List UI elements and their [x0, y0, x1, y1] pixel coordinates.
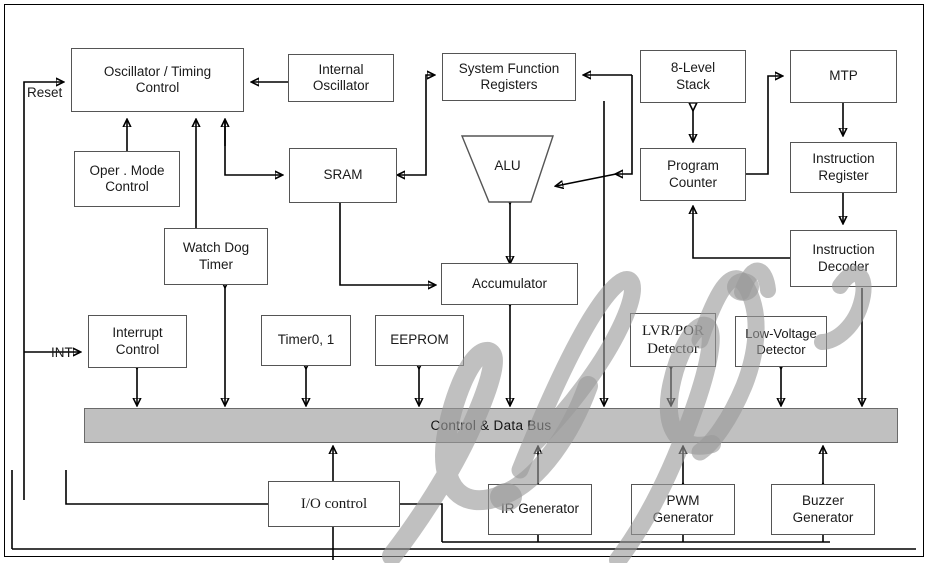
system-function-registers-line1: System Function [458, 60, 560, 76]
io-control-line1: I/O control [300, 495, 368, 512]
block-pwm-generator[interactable]: PWM Generator [631, 484, 735, 535]
block-diagram-canvas: ALU Oscillator / Timing Control Internal… [0, 0, 930, 563]
block-watch-dog-timer[interactable]: Watch Dog Timer [164, 228, 268, 285]
block-oper-mode-control[interactable]: Oper . Mode Control [74, 151, 180, 207]
internal-oscillator-line1: Internal [318, 61, 364, 77]
watch-dog-timer-line2: Timer [199, 256, 233, 272]
oscillator-timing-control-line2: Control [135, 80, 180, 95]
oper-mode-control-line2: Control [105, 179, 149, 194]
block-program-counter[interactable]: Program Counter [640, 148, 746, 201]
block-sram[interactable]: SRAM [289, 148, 397, 203]
block-instruction-register[interactable]: Instruction Register [790, 142, 897, 193]
block-interrupt-control[interactable]: Interrupt Control [88, 315, 187, 368]
low-voltage-detector-line2: Detector [756, 341, 806, 357]
block-internal-oscillator[interactable]: Internal Oscillator [288, 54, 394, 102]
lvr-por-detector-line2: Detector [647, 341, 699, 357]
block-oscillator-timing-control[interactable]: Oscillator / Timing Control [71, 48, 244, 112]
instruction-register-line2: Register [818, 167, 869, 183]
oper-mode-control-line1: Oper . Mode [89, 162, 165, 178]
pwm-generator-line2: Generator [652, 509, 714, 525]
block-8-level-stack[interactable]: 8-Level Stack [640, 50, 746, 103]
alu-label: ALU [494, 158, 521, 173]
block-mtp[interactable]: MTP [790, 50, 897, 103]
system-function-registers-line2: Registers [480, 77, 538, 92]
block-timer0-1[interactable]: Timer0, 1 [261, 315, 351, 366]
buzzer-generator-line2: Generator [792, 509, 854, 525]
instruction-decoder-line2: Decoder [817, 258, 870, 274]
program-counter-line2: Counter [668, 174, 717, 190]
interrupt-control-line1: Interrupt [112, 325, 163, 341]
block-low-voltage-detector[interactable]: Low-Voltage Detector [735, 316, 827, 367]
block-ir-generator[interactable]: IR Generator [488, 484, 592, 535]
internal-oscillator-line2: Oscillator [312, 78, 370, 93]
eeprom-line1: EEPROM [390, 332, 449, 348]
ir-generator-line1: IR Generator [500, 501, 580, 517]
block-system-function-registers[interactable]: System Function Registers [442, 53, 576, 101]
program-counter-line1: Program [667, 158, 719, 174]
accumulator-line1: Accumulator [471, 275, 548, 291]
bus-label: Control & Data Bus [430, 418, 552, 433]
block-buzzer-generator[interactable]: Buzzer Generator [771, 484, 875, 535]
block-accumulator[interactable]: Accumulator [441, 263, 578, 305]
block-eeprom[interactable]: EEPROM [375, 315, 464, 366]
low-voltage-detector-line1: Low-Voltage [745, 325, 817, 341]
block-instruction-decoder[interactable]: Instruction Decoder [790, 230, 897, 287]
stack-line1: 8-Level [670, 60, 716, 76]
signal-label-reset: Reset [27, 85, 63, 100]
block-lvr-por-detector[interactable]: LVR/POR Detector [630, 313, 716, 367]
lvr-por-detector-line1: LVR/POR [642, 322, 704, 339]
interrupt-control-line2: Control [115, 341, 160, 357]
mtp-line1: MTP [829, 68, 858, 84]
signal-label-int: INT [51, 345, 73, 360]
control-and-data-bus[interactable]: Control & Data Bus [84, 408, 898, 443]
pwm-generator-line1: PWM [666, 493, 700, 509]
buzzer-generator-line1: Buzzer [801, 493, 844, 509]
instruction-decoder-line1: Instruction [812, 242, 875, 258]
stack-line2: Stack [676, 76, 710, 92]
timer01-line1: Timer0, 1 [277, 332, 335, 348]
instruction-register-line1: Instruction [812, 151, 875, 167]
oscillator-timing-control-line1: Oscillator / Timing [103, 63, 212, 79]
watch-dog-timer-line1: Watch Dog [182, 240, 250, 256]
block-io-control[interactable]: I/O control [268, 481, 400, 527]
sram-line1: SRAM [323, 167, 363, 183]
